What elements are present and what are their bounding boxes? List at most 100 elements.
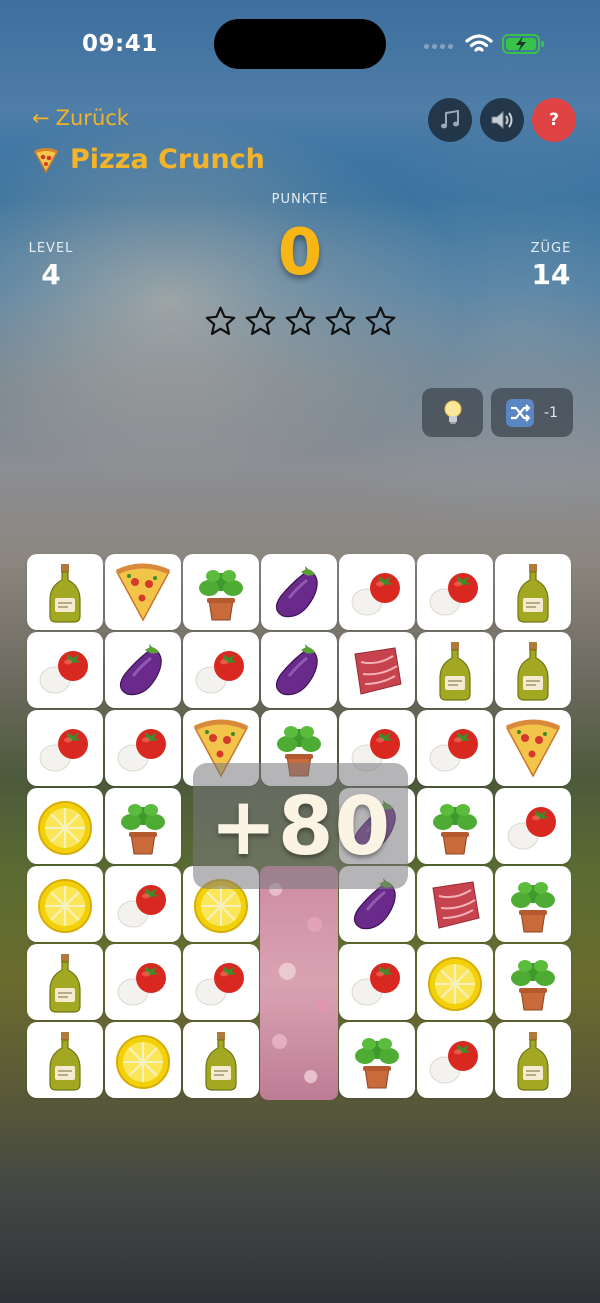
- eggplant-icon: [119, 644, 162, 696]
- tomato-icon: [195, 963, 244, 1006]
- arrow-left-icon: ←: [32, 106, 50, 130]
- tile-tomato[interactable]: [417, 554, 493, 630]
- moves-label: ZÜGE: [530, 241, 572, 256]
- tile-tomato[interactable]: [105, 866, 181, 942]
- tile-oil[interactable]: [417, 632, 493, 708]
- battery-icon: [502, 34, 544, 54]
- shuffle-count: -1: [544, 404, 558, 421]
- tomato-icon: [429, 573, 478, 616]
- tile-tomato[interactable]: [183, 944, 259, 1020]
- tile-lemon[interactable]: [105, 1022, 181, 1098]
- tomato-icon: [39, 651, 88, 694]
- tile-tomato[interactable]: [27, 632, 103, 708]
- back-button[interactable]: ← Zurück: [32, 106, 129, 130]
- score-popup: +80: [193, 763, 408, 889]
- tile-oil[interactable]: [495, 1022, 571, 1098]
- oil-icon: [49, 564, 81, 623]
- tomato-icon: [39, 729, 88, 772]
- score-value: 0: [277, 216, 323, 290]
- game-title: Pizza Crunch: [70, 144, 265, 175]
- basil-icon: [121, 804, 165, 855]
- star-icon: [205, 306, 236, 335]
- star-rating: [204, 305, 397, 338]
- music-toggle-button[interactable]: [428, 98, 472, 142]
- wifi-icon: [465, 34, 493, 52]
- tile-tomato[interactable]: [105, 944, 181, 1020]
- basil-icon: [511, 882, 555, 933]
- tile-tomato[interactable]: [495, 788, 571, 864]
- eggplant-icon: [275, 644, 318, 696]
- star-icon: [245, 306, 276, 335]
- tomato-icon: [117, 963, 166, 1006]
- tile-eggplant[interactable]: [105, 632, 181, 708]
- tile-oil[interactable]: [495, 554, 571, 630]
- tomato-icon: [351, 963, 400, 1006]
- tomato-icon: [195, 651, 244, 694]
- tile-basil[interactable]: [183, 554, 259, 630]
- score-label: PUNKTE: [271, 192, 329, 207]
- tile-ham[interactable]: [417, 866, 493, 942]
- oil-icon: [517, 1032, 549, 1091]
- tomato-icon: [507, 807, 556, 850]
- ham-icon: [432, 881, 480, 929]
- tile-basil[interactable]: [417, 788, 493, 864]
- tomato-icon: [351, 573, 400, 616]
- tile-tomato[interactable]: [339, 554, 415, 630]
- speaker-icon: [491, 110, 513, 130]
- tile-basil[interactable]: [339, 1022, 415, 1098]
- star-icon: [285, 306, 316, 335]
- oil-icon: [439, 642, 471, 701]
- tile-eggplant[interactable]: [261, 632, 337, 708]
- lemon-icon: [38, 879, 92, 933]
- lemon-icon: [38, 801, 92, 855]
- lemon-icon: [428, 957, 482, 1011]
- help-label: ?: [549, 110, 559, 130]
- tile-basil[interactable]: [495, 944, 571, 1020]
- pizza-icon: [505, 719, 561, 778]
- tile-tomato[interactable]: [339, 944, 415, 1020]
- tile-ham[interactable]: [339, 632, 415, 708]
- tile-oil[interactable]: [27, 944, 103, 1020]
- tile-pizza[interactable]: [495, 710, 571, 786]
- page-title: Pizza Crunch: [32, 144, 265, 175]
- oil-icon: [49, 1032, 81, 1091]
- level-value: 4: [41, 258, 61, 291]
- oil-icon: [517, 564, 549, 623]
- sound-toggle-button[interactable]: [480, 98, 524, 142]
- oil-icon: [517, 642, 549, 701]
- tile-oil[interactable]: [495, 632, 571, 708]
- help-button[interactable]: ?: [532, 98, 576, 142]
- tile-basil[interactable]: [105, 788, 181, 864]
- tile-tomato[interactable]: [27, 710, 103, 786]
- eggplant-icon: [275, 566, 318, 618]
- tile-basil[interactable]: [495, 866, 571, 942]
- tile-tomato[interactable]: [417, 1022, 493, 1098]
- tile-oil[interactable]: [27, 554, 103, 630]
- tile-eggplant[interactable]: [261, 554, 337, 630]
- status-bar: 09:41: [0, 0, 600, 90]
- tile-tomato[interactable]: [417, 710, 493, 786]
- oil-icon: [49, 954, 81, 1013]
- tile-lemon[interactable]: [27, 866, 103, 942]
- tomato-icon: [117, 729, 166, 772]
- tomato-icon: [429, 1041, 478, 1084]
- star-icon: [325, 306, 356, 335]
- tile-tomato[interactable]: [183, 632, 259, 708]
- basil-icon: [355, 1038, 399, 1089]
- shuffle-button[interactable]: -1: [491, 388, 573, 437]
- pizza-icon: [115, 563, 171, 622]
- basil-icon: [199, 570, 243, 621]
- lemon-icon: [116, 1035, 170, 1089]
- ham-icon: [354, 647, 402, 695]
- hint-button[interactable]: [422, 388, 483, 437]
- tile-lemon[interactable]: [417, 944, 493, 1020]
- star-icon: [365, 306, 396, 335]
- tile-oil[interactable]: [183, 1022, 259, 1098]
- pizza-slice-icon: [33, 147, 59, 174]
- tile-pizza[interactable]: [105, 554, 181, 630]
- tile-tomato[interactable]: [105, 710, 181, 786]
- music-note-icon: [441, 109, 459, 129]
- tile-oil[interactable]: [27, 1022, 103, 1098]
- tomato-icon: [117, 885, 166, 928]
- tile-lemon[interactable]: [27, 788, 103, 864]
